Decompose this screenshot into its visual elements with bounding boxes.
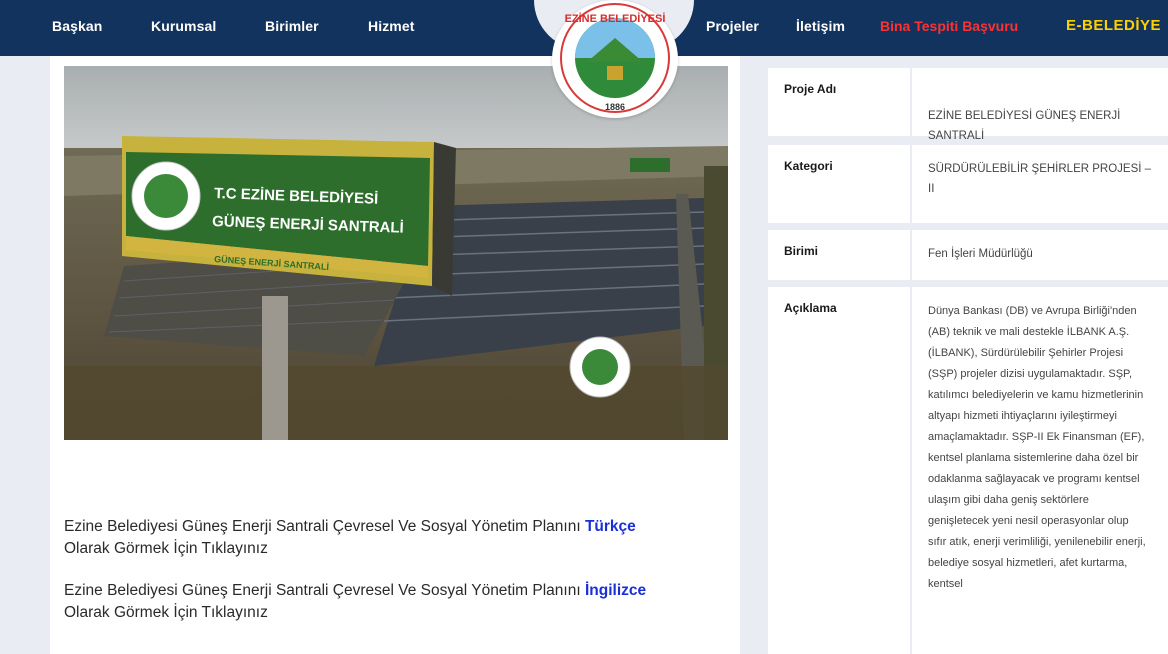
category-text: SÜRDÜRÜLEBİLİR ŞEHİRLER PROJESİ – II	[928, 163, 1152, 195]
turkish-plan-paragraph: Ezine Belediyesi Güneş Enerji Santrali Ç…	[64, 516, 724, 560]
nav-projeler[interactable]: Projeler	[706, 18, 759, 34]
nav-e-belediye[interactable]: E-BELEDİYE	[1066, 17, 1161, 34]
seal-year: 1886	[605, 102, 625, 112]
nav-iletisim[interactable]: İletişim	[796, 18, 845, 34]
project-name-text: EZİNE BELEDİYESİ GÜNEŞ ENERJİ SANTRALİ	[928, 110, 1121, 142]
turkish-plan-link[interactable]: Türkçe	[585, 518, 636, 535]
nav-baskan[interactable]: Başkan	[52, 18, 102, 34]
project-name-label: Proje Adı	[768, 68, 910, 136]
description-label: Açıklama	[768, 287, 910, 654]
solar-plant-aerial-image: T.C EZİNE BELEDİYESİ GÜNEŞ ENERJİ SANTRA…	[64, 66, 728, 440]
english-plan-tail: Olarak Görmek İçin Tıklayınız	[64, 604, 268, 621]
turkish-plan-text: Ezine Belediyesi Güneş Enerji Santrali Ç…	[64, 518, 585, 535]
unit-text: Fen İşleri Müdürlüğü	[928, 248, 1033, 260]
nav-hizmet[interactable]: Hizmet	[368, 18, 415, 34]
nav-kurumsal[interactable]: Kurumsal	[151, 18, 216, 34]
nav-bina-tespiti-basvuru[interactable]: Bina Tespiti Başvuru	[880, 18, 1018, 34]
project-name-value: EZİNE BELEDİYESİ GÜNEŞ ENERJİ SANTRALİ	[912, 68, 1168, 142]
nav-birimler[interactable]: Birimler	[265, 18, 319, 34]
english-plan-text: Ezine Belediyesi Güneş Enerji Santrali Ç…	[64, 582, 585, 599]
category-label: Kategori	[768, 145, 910, 223]
ezine-belediyesi-seal-icon: EZİNE BELEDİYESİ 1886	[560, 3, 670, 113]
description-text: Dünya Bankası (DB) ve Avrupa Birliği'nde…	[928, 305, 1146, 590]
turkish-plan-tail: Olarak Görmek İçin Tıklayınız	[64, 540, 268, 557]
category-value: SÜRDÜRÜLEBİLİR ŞEHİRLER PROJESİ – II	[912, 145, 1168, 223]
project-hero-image: T.C EZİNE BELEDİYESİ GÜNEŞ ENERJİ SANTRA…	[64, 66, 728, 440]
seal-text: EZİNE BELEDİYESİ	[565, 12, 666, 25]
unit-label: Birimi	[768, 230, 910, 280]
description-value: Dünya Bankası (DB) ve Avrupa Birliği'nde…	[912, 287, 1168, 654]
unit-value: Fen İşleri Müdürlüğü	[912, 230, 1168, 280]
english-plan-paragraph: Ezine Belediyesi Güneş Enerji Santrali Ç…	[64, 580, 724, 624]
english-plan-link[interactable]: İngilizce	[585, 582, 646, 599]
municipality-logo[interactable]: EZİNE BELEDİYESİ 1886	[552, 0, 678, 118]
